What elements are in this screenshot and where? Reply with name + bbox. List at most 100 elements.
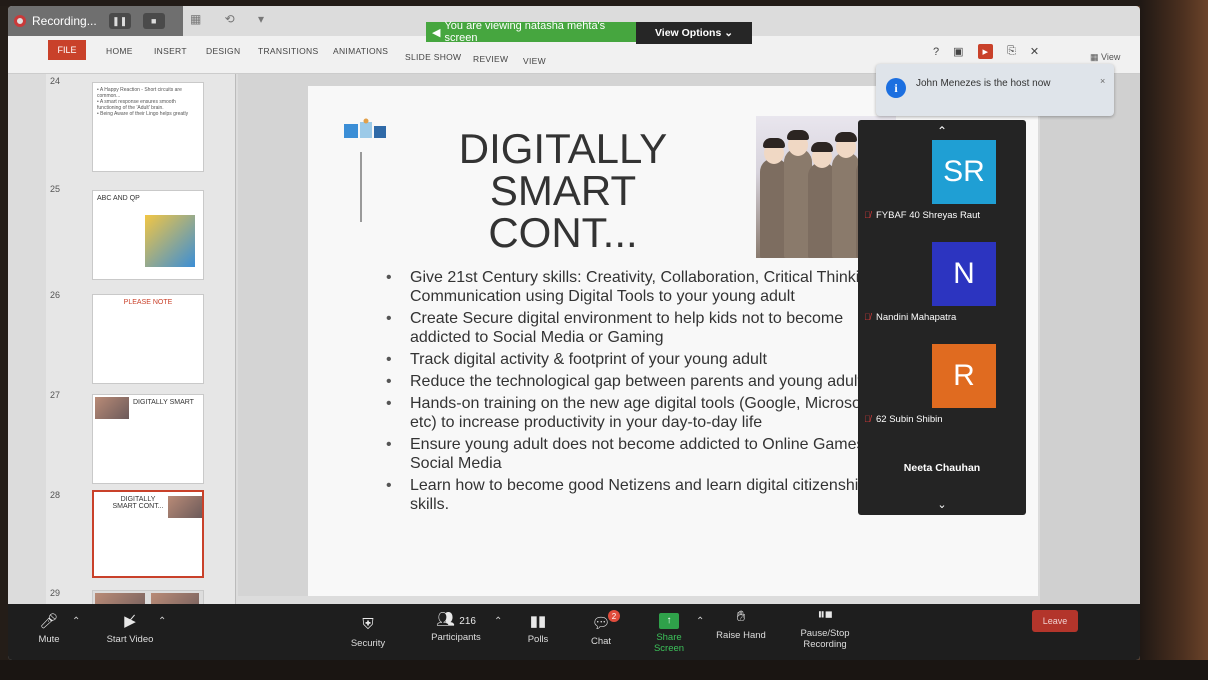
- thumb-number: 25: [50, 184, 61, 194]
- thumb-illustration: [145, 215, 195, 267]
- participants-label: Participants: [431, 632, 481, 643]
- help-icon[interactable]: ?: [933, 46, 939, 58]
- host-notification: i John Menezes is the host now ×: [876, 64, 1114, 116]
- view-button[interactable]: ▦ View: [1090, 52, 1120, 63]
- pause-icon[interactable]: ❚❚: [108, 13, 131, 29]
- meeting-toolbar: 🎤︎ Mute ⌃ ▶̸ Start Video ⌃ ⛨ Security 👥︎…: [8, 604, 1140, 660]
- pause-stop-recording-button[interactable]: ⏸︎⏹︎ Pause/Stop Recording: [778, 606, 872, 650]
- mute-label: Mute: [38, 634, 60, 645]
- hand-icon: ✋︎: [736, 608, 746, 625]
- mute-button[interactable]: 🎤︎ Mute: [34, 612, 64, 645]
- slide-thumbnail[interactable]: ABC AND QP: [92, 190, 204, 280]
- security-button[interactable]: ⛨ Security: [346, 616, 390, 649]
- tab-animations[interactable]: ANIMATIONS: [333, 46, 388, 56]
- title-line: DIGITALLY: [458, 125, 668, 172]
- participant-tile[interactable]: N 🎙̸ Nandini Mahapatra: [858, 242, 1026, 338]
- thumb-line: • A Happy Reaction - Short circuits are …: [97, 87, 182, 99]
- leave-button[interactable]: Leave: [1032, 610, 1078, 632]
- tab-home[interactable]: HOME: [106, 46, 133, 56]
- photo-background: Recording... ❚❚ ■ ▦ ⟲ ▾ FILE HOME INSERT…: [0, 0, 1208, 680]
- thumb-line: • A smart response ensures smooth functi…: [97, 99, 176, 111]
- classroom-icon: [344, 118, 386, 138]
- avatar: R: [932, 344, 996, 408]
- raise-hand-button[interactable]: ✋︎ Raise Hand: [716, 608, 766, 641]
- screen-share-banner: ◀ You are viewing natasha mehta's screen: [426, 20, 636, 44]
- thumb-number: 29: [50, 588, 61, 598]
- share-screen-icon: ↑: [640, 610, 698, 629]
- viewing-text: You are viewing natasha mehta's screen: [444, 20, 606, 44]
- tab-view[interactable]: VIEW: [523, 56, 546, 66]
- polls-button[interactable]: ▮▮ Polls: [524, 612, 552, 645]
- close-icon[interactable]: ✕: [1030, 45, 1039, 58]
- monitor-bezel: [0, 660, 1208, 680]
- bullet-item: Ensure young adult does not become addic…: [378, 435, 898, 473]
- bullet-list: Give 21st Century skills: Creativity, Co…: [378, 268, 898, 517]
- window-controls: ? ▣ ▸ ⎘ ✕: [933, 44, 1039, 59]
- slide-thumbnail-selected[interactable]: DIGITALLY SMART CONT...: [92, 490, 204, 578]
- view-options-button[interactable]: View Options ⌄: [636, 22, 752, 44]
- slide-thumbnail-panel[interactable]: 24 • A Happy Reaction - Short circuits a…: [46, 74, 236, 634]
- start-video-button[interactable]: ▶̸ Start Video: [100, 612, 160, 645]
- bullet-item: Create Secure digital environment to hel…: [378, 309, 898, 347]
- file-tab[interactable]: FILE: [48, 40, 86, 60]
- participant-tile[interactable]: R 🎙̸ 62 Subin Shibin: [858, 344, 1026, 440]
- video-participants-panel: ⌃ SR 🎙̸ FYBAF 40 Shreyas Raut N 🎙̸ Nandi…: [858, 120, 1026, 515]
- tab-slide-show[interactable]: SLIDE SHOW: [405, 52, 461, 62]
- slide-thumbnail[interactable]: PLEASE NOTE: [92, 294, 204, 384]
- stop-icon[interactable]: ■: [142, 13, 165, 29]
- slide-thumbnail[interactable]: DIGITALLY SMART: [92, 394, 204, 484]
- thumb-title: DIGITALLY SMART: [133, 399, 194, 406]
- scroll-down-icon[interactable]: ⌄: [858, 498, 1026, 511]
- thumb-photo: [168, 496, 202, 518]
- tab-design[interactable]: DESIGN: [206, 46, 240, 56]
- scroll-up-icon[interactable]: ⌃: [858, 124, 1026, 138]
- avatar: N: [932, 242, 996, 306]
- bullet-item: Learn how to become good Netizens and le…: [378, 476, 898, 514]
- thumb-number: 24: [50, 76, 61, 86]
- hair-shape: [811, 142, 833, 152]
- thumb-title: DIGITALLY SMART CONT...: [112, 496, 164, 510]
- participant-name: Nandini Mahapatra: [876, 312, 957, 323]
- quick-access-toolbar[interactable]: ▦ ⟲ ▾: [190, 12, 274, 26]
- thumb-number: 26: [50, 290, 61, 300]
- background-wall: [1140, 0, 1208, 680]
- active-speaker-name[interactable]: Neeta Chauhan: [858, 462, 1026, 474]
- hair-shape: [835, 132, 857, 142]
- chevron-up-icon[interactable]: ⌃: [158, 616, 166, 627]
- pointer-icon[interactable]: ▸: [977, 44, 994, 59]
- view-label: View: [1101, 52, 1121, 62]
- grid-icon: ▦: [1090, 52, 1102, 62]
- speaker-icon: ◀: [432, 26, 441, 39]
- share-screen-button[interactable]: ↑ Share Screen: [640, 610, 698, 654]
- restore-icon[interactable]: ▣: [953, 45, 963, 58]
- video-off-icon: ▶̸: [124, 613, 136, 630]
- tab-review[interactable]: REVIEW: [473, 54, 508, 64]
- monitor-screen: Recording... ❚❚ ■ ▦ ⟲ ▾ FILE HOME INSERT…: [8, 6, 1140, 660]
- slide-thumbnail[interactable]: • A Happy Reaction - Short circuits are …: [92, 82, 204, 172]
- tab-insert[interactable]: INSERT: [154, 46, 187, 56]
- polls-icon: ▮▮: [529, 613, 547, 630]
- bullet-item: Give 21st Century skills: Creativity, Co…: [378, 268, 898, 306]
- recording-label: Recording...: [32, 14, 97, 28]
- thumb-number: 27: [50, 390, 61, 400]
- chevron-up-icon[interactable]: ⌃: [696, 616, 704, 627]
- muted-mic-icon: 🎙̸: [864, 414, 871, 424]
- participants-icon: 👥︎ 216: [436, 611, 476, 628]
- thumb-line: • Being Aware of their Lingo helps great…: [97, 111, 189, 117]
- title-line: CONT...: [488, 209, 638, 256]
- thumb-photo: [95, 397, 129, 419]
- tab-transitions[interactable]: TRANSITIONS: [258, 46, 318, 56]
- minimize-icon[interactable]: ⎘: [1007, 45, 1016, 58]
- muted-mic-icon: 🎙̸: [864, 210, 871, 220]
- participant-tile[interactable]: SR 🎙̸ FYBAF 40 Shreyas Raut: [858, 140, 1026, 236]
- chevron-up-icon[interactable]: ⌃: [72, 616, 80, 627]
- thumb-title: PLEASE NOTE: [123, 299, 173, 306]
- monitor-bezel: [0, 0, 1208, 6]
- hair-shape: [787, 130, 809, 140]
- participants-button[interactable]: 👥︎ 216 Participants: [426, 610, 486, 643]
- participant-name: FYBAF 40 Shreyas Raut: [876, 210, 981, 221]
- close-icon[interactable]: ×: [1100, 76, 1105, 86]
- chevron-up-icon[interactable]: ⌃: [494, 616, 502, 627]
- recording-indicator[interactable]: Recording... ❚❚ ■: [8, 6, 183, 36]
- muted-mic-icon: 🎙̸: [864, 312, 871, 322]
